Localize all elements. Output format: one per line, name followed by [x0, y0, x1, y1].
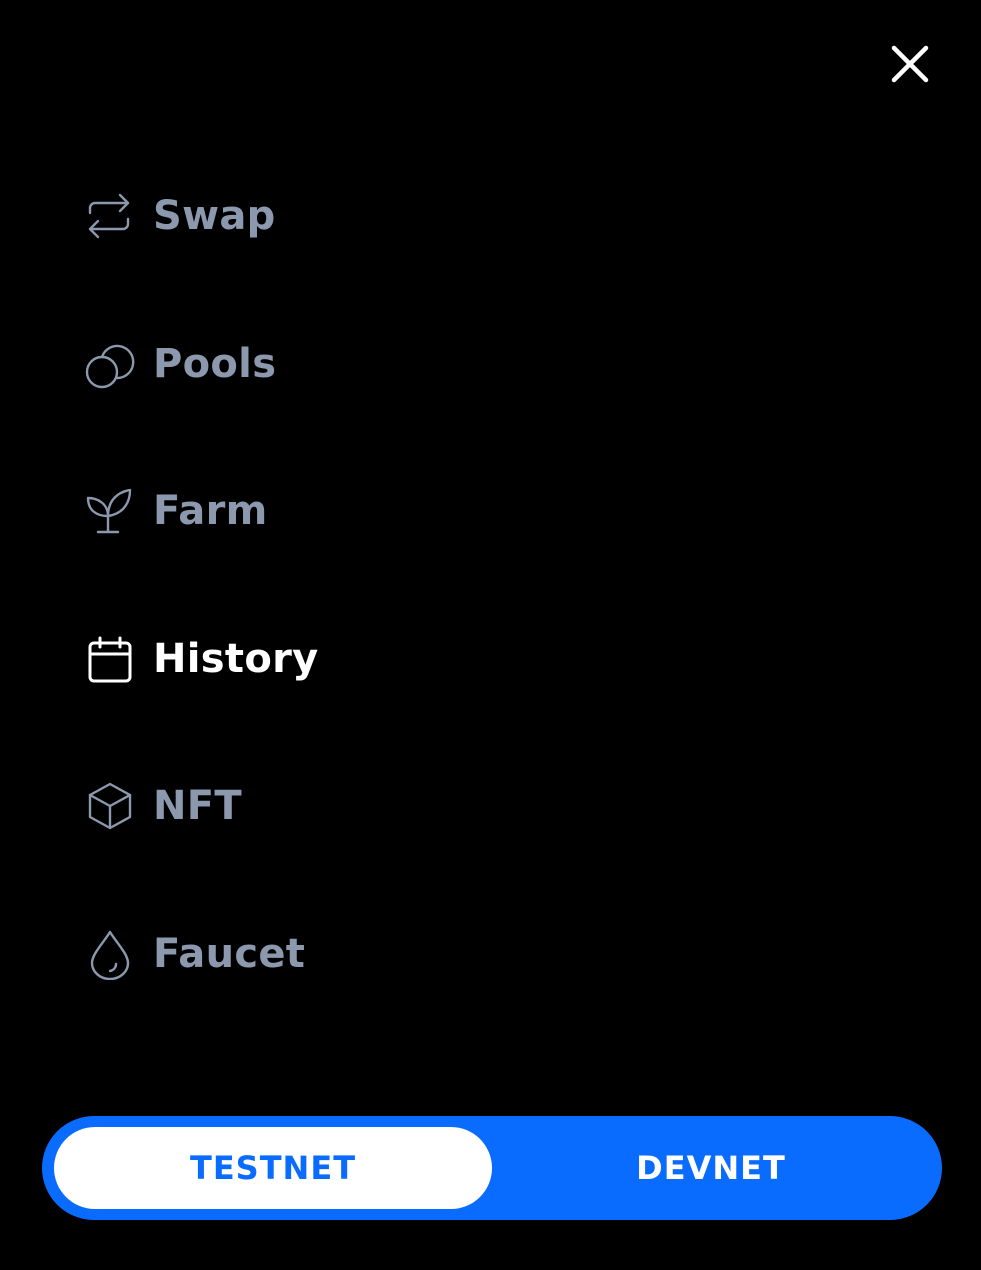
menu-item-farm[interactable]: Farm	[84, 483, 268, 539]
menu-item-swap[interactable]: Swap	[84, 188, 276, 244]
close-button[interactable]	[886, 40, 934, 88]
menu-item-label: NFT	[153, 783, 242, 829]
menu-item-label: Swap	[153, 193, 276, 239]
menu-item-nft[interactable]: NFT	[84, 778, 242, 834]
menu-item-label: Faucet	[153, 931, 306, 977]
menu-item-history[interactable]: History	[84, 631, 319, 687]
network-toggle: TESTNET DEVNET	[42, 1116, 942, 1220]
menu-item-label: Pools	[153, 341, 277, 387]
sprout-icon	[84, 485, 136, 537]
swap-arrows-icon	[84, 190, 136, 242]
menu-item-faucet[interactable]: Faucet	[84, 926, 305, 982]
pools-circles-icon	[84, 338, 136, 390]
menu-item-label: Farm	[153, 488, 268, 534]
cube-icon	[84, 780, 136, 832]
droplet-icon	[84, 928, 136, 980]
menu-item-label: History	[153, 636, 319, 682]
devnet-option[interactable]: DEVNET	[492, 1127, 930, 1209]
testnet-option[interactable]: TESTNET	[54, 1127, 492, 1209]
menu-item-pools[interactable]: Pools	[84, 336, 276, 392]
calendar-icon	[84, 633, 136, 685]
close-icon	[891, 45, 929, 83]
